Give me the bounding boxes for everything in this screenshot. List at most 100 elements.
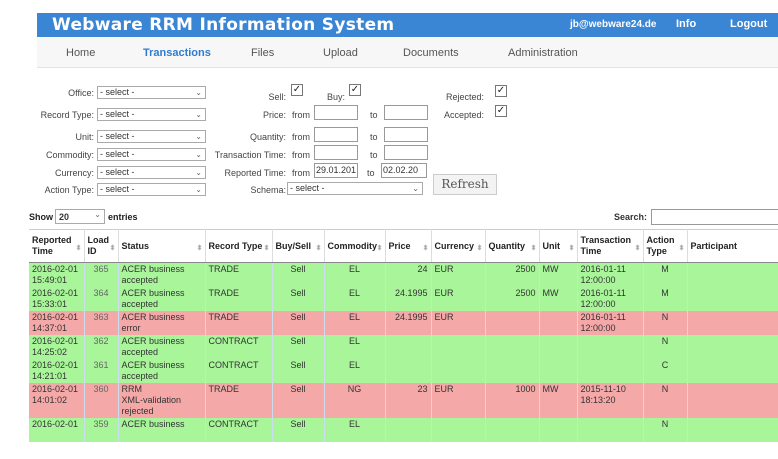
participant-cell (687, 287, 778, 311)
table-row[interactable]: 2016-02-01 15:49:01 365 ACER business accept… (29, 262, 778, 287)
quantity-from-input[interactable] (314, 127, 358, 142)
transaction-time-from-input[interactable] (314, 145, 358, 160)
sort-icon[interactable]: ⬍ (197, 243, 203, 254)
reported-time-to-input[interactable]: 02.02.20 (381, 163, 427, 178)
column-header[interactable]: Buy/Sell ⬍ (272, 229, 325, 263)
column-header[interactable]: Status ⬍ (118, 229, 206, 263)
refresh-button[interactable]: Refresh (433, 174, 497, 195)
quantity-cell: 2500 (485, 262, 540, 287)
table-row[interactable]: 2016-02-01 14:01:02 360 RRM XML-validation re… (29, 383, 778, 418)
action-type-cell: N (643, 418, 688, 442)
status-cell: ACER business accepted (118, 262, 206, 287)
column-header[interactable]: Reported Time ⬍ (29, 229, 85, 263)
reported-time-cell: 2016-02-01 15:33:01 (29, 287, 85, 311)
table-row[interactable]: 2016-02-01 15:33:01 364 ACER business accept… (29, 287, 778, 311)
load-id-cell: 361 (84, 359, 119, 383)
price-to-label: to (370, 110, 378, 120)
sort-icon[interactable]: ⬍ (110, 243, 116, 254)
currency-select[interactable]: - select - ⌄ (97, 166, 206, 179)
quantity-to-input[interactable] (384, 127, 428, 142)
column-header[interactable]: Currency ⬍ (431, 229, 486, 263)
quantity-to-label: to (370, 132, 378, 142)
reported-time-from-input[interactable]: 29.01.201 (314, 163, 358, 178)
nav-upload[interactable]: Upload (323, 47, 358, 59)
sort-icon[interactable]: ⬍ (477, 243, 483, 254)
sort-icon[interactable]: ⬍ (316, 243, 322, 254)
status-cell: RRM XML-validation rejected (118, 383, 206, 418)
transaction-time-label: Transaction Time: (214, 150, 286, 160)
quantity-cell (485, 335, 540, 359)
currency-cell (431, 335, 486, 359)
rejected-label: Rejected: (445, 92, 484, 102)
transaction-time-from-label: from (292, 150, 310, 160)
action-type-cell: N (643, 383, 688, 418)
record-type-cell: TRADE (205, 311, 273, 335)
user-email-link[interactable]: jb@webware24.de (570, 19, 656, 30)
load-id-cell: 365 (84, 262, 119, 287)
search-input[interactable] (651, 209, 778, 225)
accepted-checkbox[interactable]: ✓ (495, 105, 507, 117)
column-header[interactable]: Price ⬍ (385, 229, 432, 263)
currency-cell: EUR (431, 262, 486, 287)
record-type-select[interactable]: - select - ⌄ (97, 108, 206, 121)
sell-checkbox[interactable]: ✓ (291, 84, 303, 96)
logout-link[interactable]: Logout (730, 18, 767, 30)
sort-icon[interactable]: ⬍ (569, 243, 575, 254)
app-header: Webware RRM Information System jb@webwar… (37, 13, 778, 37)
quantity-cell (485, 418, 540, 442)
commodity-cell: EL (324, 311, 386, 335)
entries-per-page-select[interactable]: 20 ⌄ (55, 209, 105, 224)
column-header[interactable]: Transaction Time ⬍ (577, 229, 644, 263)
transaction-time-to-input[interactable] (384, 145, 428, 160)
sort-icon[interactable]: ⬍ (76, 243, 82, 254)
column-header[interactable]: Quantity ⬍ (485, 229, 540, 263)
price-cell (385, 335, 432, 359)
participant-cell (687, 418, 778, 442)
sort-icon[interactable]: ⬍ (531, 243, 537, 254)
sort-icon[interactable]: ⬍ (679, 243, 685, 254)
sort-icon[interactable]: ⬍ (377, 243, 383, 254)
commodity-select[interactable]: - select - ⌄ (97, 148, 206, 161)
sort-icon[interactable]: ⬍ (264, 243, 270, 254)
table-row[interactable]: 2016-02-01 14:37:01 363 ACER business error T… (29, 311, 778, 335)
unit-select[interactable]: - select - ⌄ (97, 130, 206, 143)
reported-time-label: Reported Time: (224, 168, 286, 178)
action-type-select[interactable]: - select - ⌄ (97, 183, 206, 196)
column-header[interactable]: Record Type ⬍ (205, 229, 273, 263)
price-from-input[interactable] (314, 105, 358, 120)
nav-administration[interactable]: Administration (508, 47, 578, 59)
price-cell: 23 (385, 383, 432, 418)
nav-documents[interactable]: Documents (403, 47, 459, 59)
main-nav: Home Transactions Files Upload Documents… (37, 38, 778, 68)
table-row[interactable]: 2016-02-01 14:25:02 362 ACER business accept… (29, 335, 778, 359)
currency-cell (431, 418, 486, 442)
nav-files[interactable]: Files (251, 47, 274, 59)
action-type-cell: N (643, 335, 688, 359)
unit-cell (539, 311, 578, 335)
table-row[interactable]: 2016-02-01 14:21:01 361 ACER business accept… (29, 359, 778, 383)
column-header[interactable]: Unit ⬍ (539, 229, 578, 263)
price-to-input[interactable] (384, 105, 428, 120)
buy-checkbox[interactable]: ✓ (349, 84, 361, 96)
column-header[interactable]: Load ID ⬍ (84, 229, 119, 263)
column-header-label: Buy/Sell (275, 240, 312, 251)
rejected-checkbox[interactable]: ✓ (495, 85, 507, 97)
record-type-label: Record Type: (40, 110, 94, 120)
nav-home[interactable]: Home (66, 47, 95, 59)
record-type-cell: TRADE (205, 383, 273, 418)
office-select[interactable]: - select - ⌄ (97, 86, 206, 99)
column-header[interactable]: Participant⬍ (687, 229, 778, 263)
column-header-label: Unit (542, 240, 561, 251)
sort-icon[interactable]: ⬍ (423, 243, 429, 254)
load-id-cell: 359 (84, 418, 119, 442)
table-row[interactable]: 2016-02-01 359 ACER business CONTRACT Sell EL… (29, 418, 778, 442)
nav-transactions[interactable]: Transactions (143, 47, 211, 59)
info-link[interactable]: Info (676, 18, 696, 30)
record-type-cell: CONTRACT (205, 359, 273, 383)
column-header[interactable]: Action Type ⬍ (643, 229, 688, 263)
schema-select[interactable]: - select - ⌄ (287, 182, 423, 195)
column-header[interactable]: Commodity ⬍ (324, 229, 386, 263)
quantity-cell: 1000 (485, 383, 540, 418)
sort-icon[interactable]: ⬍ (635, 243, 641, 254)
unit-cell: MW (539, 262, 578, 287)
